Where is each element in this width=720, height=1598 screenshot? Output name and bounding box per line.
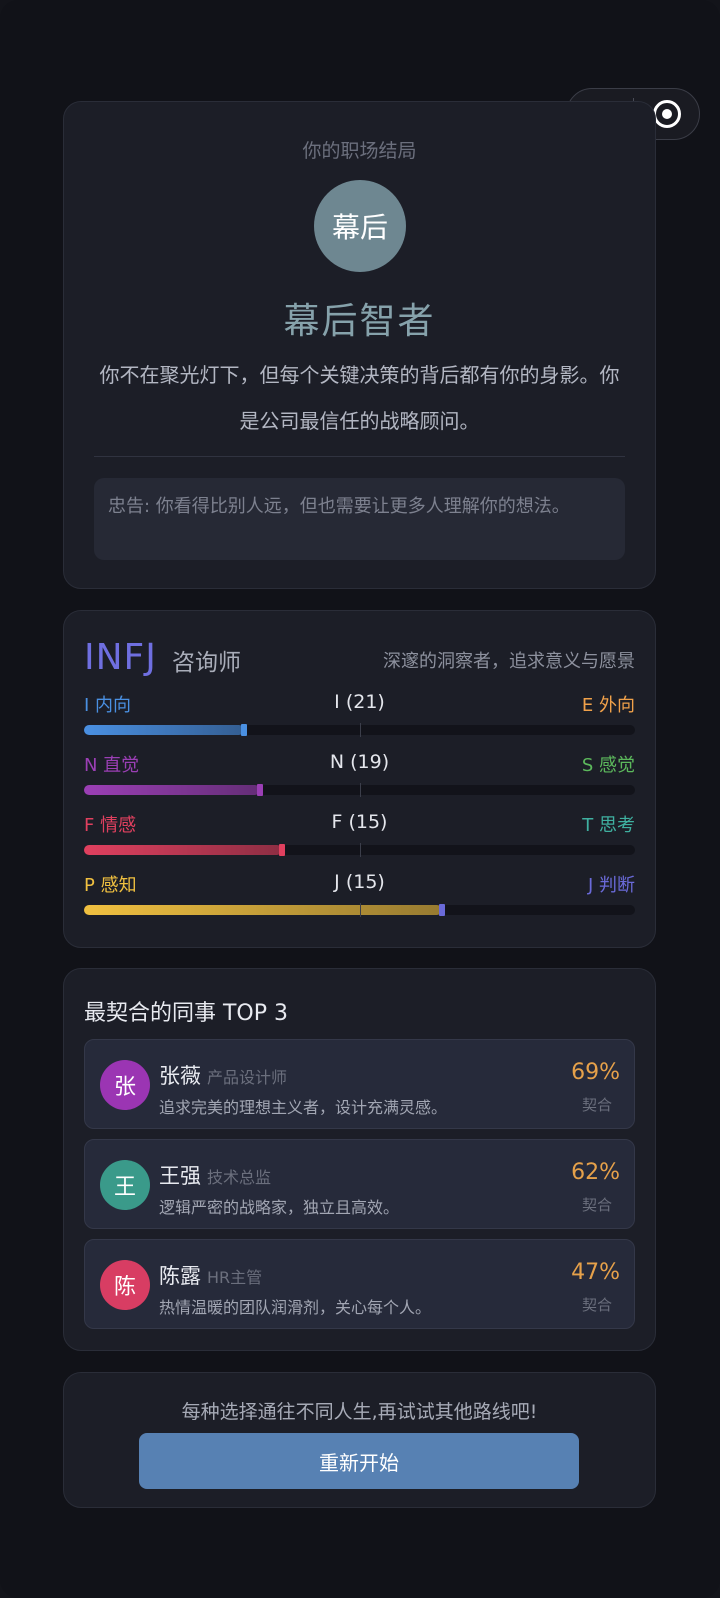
colleague-job: 产品设计师 — [207, 1068, 288, 1087]
colleague-item[interactable]: 陈 陈露 HR主管 热情温暖的团队润滑剂，关心每个人。 47% 契合 — [84, 1239, 635, 1329]
dimension-marker — [240, 724, 247, 736]
dimension-midline — [359, 723, 361, 737]
dimension-score: J (15) — [334, 871, 385, 893]
dimension-marker — [439, 904, 446, 916]
colleague-name-line: 王强 技术总监 — [159, 1160, 271, 1190]
dimension-right-label: T 思考 — [582, 815, 635, 836]
dimension-track — [84, 783, 635, 797]
match-label: 契合 — [581, 1296, 612, 1314]
mbti-type: INFJ — [84, 637, 157, 678]
colleague-avatar: 陈 — [100, 1260, 150, 1310]
colleagues-card: 最契合的同事 TOP 3 张 张薇 产品设计师 追求完美的理想主义者，设计充满灵感… — [63, 968, 656, 1351]
ending-subtitle: 你的职场结局 — [302, 140, 417, 162]
colleague-blurb: 热情温暖的团队润滑剂，关心每个人。 — [159, 1298, 432, 1317]
dimension-fill — [84, 785, 261, 795]
dimension-pj: P 感知 J (15) J 判断 — [84, 871, 635, 921]
dimension-score: N (19) — [329, 751, 390, 773]
dimension-ft: F 情感 F (15) T 思考 — [84, 811, 635, 861]
divider — [94, 456, 625, 457]
dimension-ie: I 内向 I (21) E 外向 — [84, 691, 635, 741]
restart-hint: 每种选择通往不同人生,再试试其他路线吧! — [181, 1401, 538, 1423]
mbti-tagline: 深邃的洞察者，追求意义与愿景 — [383, 651, 635, 672]
dimension-fill — [84, 905, 443, 915]
dimension-right-label: J 判断 — [587, 875, 635, 896]
colleague-job: 技术总监 — [207, 1168, 272, 1187]
colleague-name: 王强 — [159, 1164, 201, 1188]
dimension-midline — [359, 783, 361, 797]
colleague-blurb: 逻辑严密的战略家，独立且高效。 — [159, 1198, 400, 1217]
dimension-fill — [84, 725, 244, 735]
match-percent: 47% — [571, 1260, 620, 1285]
dimension-track — [84, 723, 635, 737]
ending-title: 幕后智者 — [283, 301, 436, 342]
dimension-ns: N 直觉 N (19) S 感觉 — [84, 751, 635, 801]
colleague-name: 张薇 — [159, 1064, 201, 1088]
dimension-marker — [279, 844, 286, 856]
match-percent: 69% — [571, 1060, 620, 1085]
colleague-avatar: 张 — [100, 1060, 150, 1110]
colleague-item[interactable]: 张 张薇 产品设计师 追求完美的理想主义者，设计充满灵感。 69% 契合 — [84, 1039, 635, 1129]
dimension-score: F (15) — [331, 811, 388, 833]
match-label: 契合 — [581, 1096, 612, 1114]
colleagues-heading: 最契合的同事 TOP 3 — [84, 1001, 289, 1026]
dimension-track — [84, 843, 635, 857]
mbti-role: 咨询师 — [172, 650, 241, 676]
colleague-job: HR主管 — [207, 1268, 263, 1287]
colleague-name: 陈露 — [159, 1264, 201, 1288]
colleague-name-line: 陈露 HR主管 — [159, 1260, 262, 1290]
dimension-right-label: E 外向 — [581, 695, 635, 716]
ending-description: 你不在聚光灯下，但每个关键决策的背后都有你的身影。你是公司最信任的战略顾问。 — [99, 363, 620, 433]
dimension-marker — [257, 784, 264, 796]
restart-button[interactable]: 重新开始 — [139, 1433, 579, 1489]
dimension-fill — [84, 845, 283, 855]
colleague-name-line: 张薇 产品设计师 — [159, 1060, 287, 1090]
dimension-score: I (21) — [334, 691, 385, 713]
restart-card: 每种选择通往不同人生,再试试其他路线吧! 重新开始 — [63, 1372, 656, 1508]
dimension-midline — [359, 843, 361, 857]
colleague-avatar: 王 — [100, 1160, 150, 1210]
colleague-blurb: 追求完美的理想主义者，设计充满灵感。 — [159, 1098, 448, 1117]
app-screen: 你的职场结局 幕后 幕后智者 你不在聚光灯下，但每个关键决策的背后都有你的身影。… — [0, 0, 720, 1598]
ending-card: 你的职场结局 幕后 幕后智者 你不在聚光灯下，但每个关键决策的背后都有你的身影。… — [63, 101, 656, 589]
dimension-midline — [359, 903, 361, 917]
match-percent: 62% — [571, 1160, 620, 1185]
dimension-track — [84, 903, 635, 917]
colleague-item[interactable]: 王 王强 技术总监 逻辑严密的战略家，独立且高效。 62% 契合 — [84, 1139, 635, 1229]
mbti-card: INFJ 咨询师 深邃的洞察者，追求意义与愿景 I 内向 I (21) E 外向… — [63, 610, 656, 948]
advice-box: 忠告: 你看得比别人远，但也需要让更多人理解你的想法。 — [94, 478, 625, 560]
dimension-right-label: S 感觉 — [581, 755, 635, 776]
match-label: 契合 — [581, 1196, 612, 1214]
ending-avatar: 幕后 — [314, 180, 406, 272]
